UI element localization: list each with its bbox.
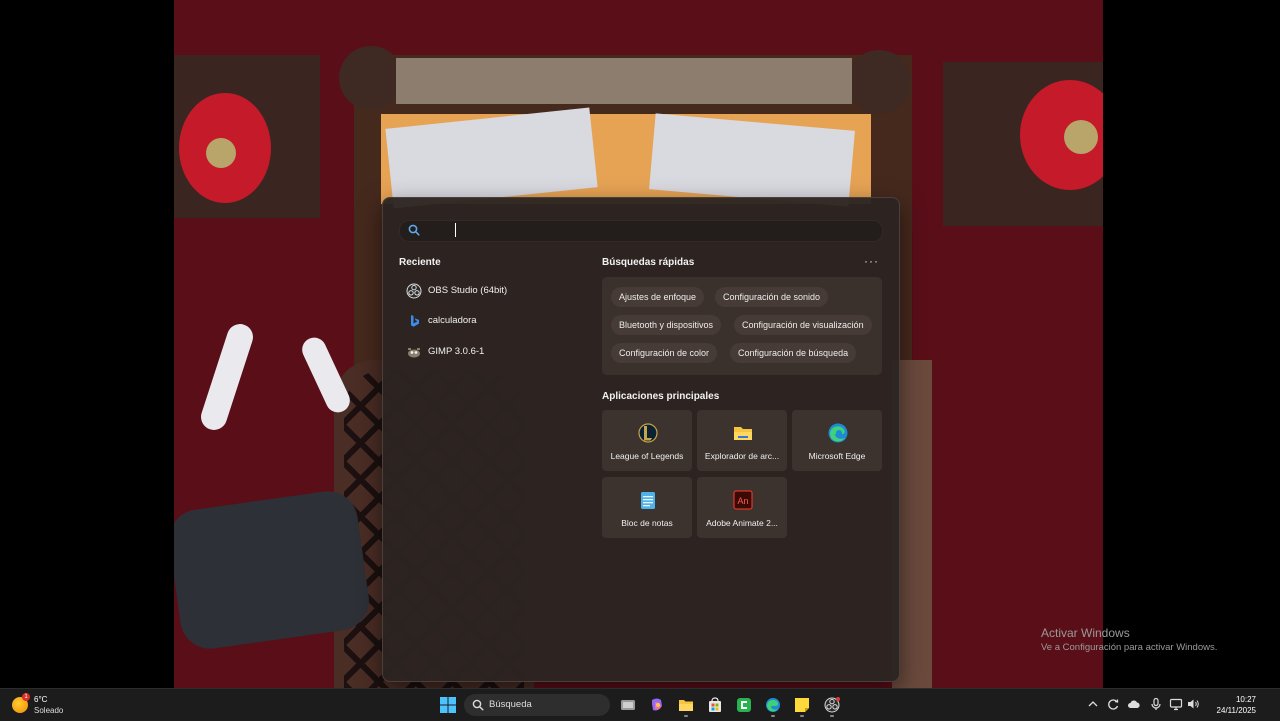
file-explorer-button[interactable] xyxy=(674,693,698,717)
quick-search-chip[interactable]: Configuración de visualización xyxy=(734,315,872,335)
adobe-animate-icon: An xyxy=(733,490,753,510)
bing-icon xyxy=(411,315,419,327)
clock[interactable]: 10:27 24/11/2025 xyxy=(1204,694,1256,716)
obs-icon xyxy=(824,697,840,713)
recent-section-title: Reciente xyxy=(399,257,441,268)
microsoft-store-button[interactable] xyxy=(703,693,727,717)
quick-search-chip[interactable]: Ajustes de enfoque xyxy=(611,287,705,307)
app-tile-adobe-animate[interactable]: An Adobe Animate 2... xyxy=(697,477,787,538)
watermark-subtitle: Ve a Configuración para activar Windows. xyxy=(1041,642,1218,653)
app-tile-microsoft-edge[interactable]: Microsoft Edge xyxy=(792,410,882,471)
wallpaper-shape xyxy=(174,487,373,653)
file-explorer-icon xyxy=(734,427,752,440)
running-indicator xyxy=(800,715,804,717)
volume-icon[interactable] xyxy=(1186,697,1200,711)
app-tile-label: Explorador de arc... xyxy=(704,451,780,461)
svg-text:An: An xyxy=(737,496,748,506)
app-tile-league-of-legends[interactable]: League of Legends xyxy=(602,410,692,471)
camtasia-icon xyxy=(737,698,751,712)
recent-item-calculadora[interactable]: calculadora xyxy=(399,308,589,334)
task-view-button[interactable] xyxy=(616,693,640,717)
edge-icon xyxy=(828,423,848,443)
folder-icon xyxy=(679,700,693,711)
sticky-notes-button[interactable] xyxy=(790,693,814,717)
quick-searches-title: Búsquedas rápidas xyxy=(602,257,695,268)
windows-logo-icon xyxy=(440,697,456,713)
weather-temperature: 6°C xyxy=(34,695,48,704)
activate-windows-watermark: Activar Windows Ve a Configuración para … xyxy=(1041,626,1217,653)
recent-item-label: GIMP 3.0.6-1 xyxy=(428,346,485,357)
running-indicator xyxy=(830,715,834,717)
running-indicator xyxy=(771,715,775,717)
running-indicator xyxy=(684,715,688,717)
wallpaper-shape xyxy=(197,320,257,434)
more-options-button[interactable]: ··· xyxy=(864,254,879,268)
weather-widget[interactable]: 1 6°C Soleado xyxy=(12,693,82,717)
network-icon[interactable] xyxy=(1169,697,1183,711)
clock-date: 24/11/2025 xyxy=(1216,706,1256,715)
recent-item-obs[interactable]: OBS Studio (64bit) xyxy=(399,278,589,304)
search-icon xyxy=(472,699,484,711)
notification-badge: 1 xyxy=(22,693,30,701)
sticky-notes-icon xyxy=(795,698,809,712)
gimp-icon xyxy=(408,348,420,358)
wallpaper-shape xyxy=(847,50,911,114)
clock-time: 10:27 xyxy=(1235,695,1256,704)
quick-search-chip[interactable]: Configuración de color xyxy=(611,343,718,363)
start-button[interactable] xyxy=(436,693,460,717)
wallpaper-shape xyxy=(1064,120,1098,154)
obs-icon xyxy=(406,283,422,299)
search-icon xyxy=(408,224,420,236)
cloud-icon[interactable] xyxy=(1127,697,1141,711)
wallpaper-shape xyxy=(206,138,236,168)
league-of-legends-icon xyxy=(638,423,658,443)
app-tile-label: League of Legends xyxy=(610,451,684,461)
camtasia-button[interactable] xyxy=(732,693,756,717)
app-tile-label: Bloc de notas xyxy=(621,518,673,528)
search-input[interactable] xyxy=(399,220,883,242)
edge-icon xyxy=(766,698,780,712)
obs-taskbar-button[interactable] xyxy=(820,693,844,717)
sync-icon[interactable] xyxy=(1106,697,1120,711)
wallpaper-shape xyxy=(396,58,852,104)
microphone-icon[interactable] xyxy=(1149,697,1163,711)
weather-condition: Soleado xyxy=(34,706,64,715)
copilot-icon xyxy=(652,698,662,711)
quick-search-chip[interactable]: Bluetooth y dispositivos xyxy=(611,315,722,335)
recent-item-gimp[interactable]: GIMP 3.0.6-1 xyxy=(399,339,589,365)
store-icon xyxy=(709,697,721,712)
chevron-up-icon[interactable] xyxy=(1086,697,1100,711)
recent-item-label: calculadora xyxy=(428,315,477,326)
task-view-icon xyxy=(621,700,635,710)
copilot-button[interactable] xyxy=(645,693,669,717)
app-tile-label: Adobe Animate 2... xyxy=(706,518,778,528)
edge-taskbar-button[interactable] xyxy=(761,693,785,717)
taskbar-search-label: Búsqueda xyxy=(489,699,532,710)
search-flyout: Reciente OBS Studio (64bit) calculadora … xyxy=(382,197,900,682)
wallpaper-shape xyxy=(339,46,403,110)
notepad-icon xyxy=(641,492,655,509)
top-apps-title: Aplicaciones principales xyxy=(602,391,720,402)
app-tile-notepad[interactable]: Bloc de notas xyxy=(602,477,692,538)
taskbar-search-box[interactable]: Búsqueda xyxy=(464,694,610,716)
watermark-title: Activar Windows xyxy=(1041,626,1130,640)
app-tile-label: Microsoft Edge xyxy=(808,451,866,461)
quick-search-chip[interactable]: Configuración de búsqueda xyxy=(730,343,857,363)
app-tile-file-explorer[interactable]: Explorador de arc... xyxy=(697,410,787,471)
quick-searches-panel: Ajustes de enfoque Configuración de soni… xyxy=(602,277,882,375)
text-caret xyxy=(455,223,456,237)
taskbar: 1 6°C Soleado Búsqueda 10:27 24/11/2025 xyxy=(0,688,1280,721)
quick-search-chip[interactable]: Configuración de sonido xyxy=(715,287,829,307)
recent-item-label: OBS Studio (64bit) xyxy=(428,285,508,296)
